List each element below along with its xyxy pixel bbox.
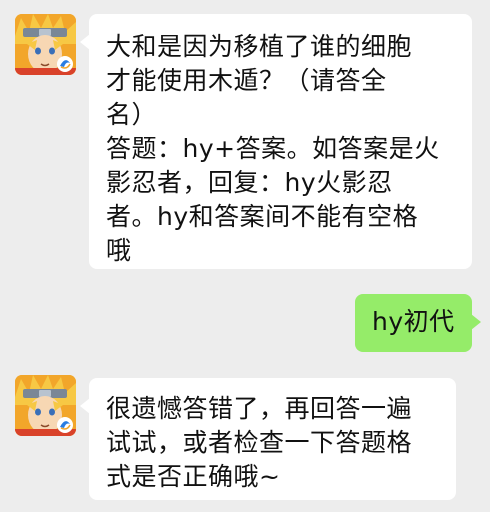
message-text-line: 哦 bbox=[106, 236, 132, 265]
message-text-line: 者。hy和答案间不能有空格 bbox=[106, 202, 419, 231]
naruto-avatar-icon bbox=[15, 14, 76, 75]
outgoing-message-bubble[interactable]: hy初代 bbox=[355, 294, 481, 352]
message-text-line: 很遗憾答错了，再回答一遍 bbox=[106, 394, 413, 423]
message-text-line: 式是否正确哦~ bbox=[106, 462, 281, 491]
message-text-line: 大和是因为移植了谁的细胞 bbox=[106, 32, 413, 61]
message-text-line: 影忍者，回复：hy火影忍 bbox=[106, 168, 393, 197]
message-text-line: 试试，或者检查一下答题格 bbox=[106, 428, 413, 457]
bot-avatar[interactable] bbox=[15, 375, 76, 436]
message-text-line: 答题：hy+答案。如答案是火 bbox=[106, 134, 440, 163]
bot-avatar[interactable] bbox=[15, 14, 76, 75]
message-text-line: hy初代 bbox=[372, 307, 455, 336]
message-text-line: 名） bbox=[106, 100, 158, 129]
naruto-avatar-icon bbox=[15, 375, 76, 436]
message-text-line: 才能使用木遁？（请答全 bbox=[106, 66, 387, 95]
incoming-message-bubble[interactable]: 大和是因为移植了谁的细胞 才能使用木遁？（请答全 名） 答题：hy+答案。如答案… bbox=[80, 14, 472, 269]
incoming-message-bubble[interactable]: 很遗憾答错了，再回答一遍 试试，或者检查一下答题格 式是否正确哦~ bbox=[80, 378, 456, 500]
